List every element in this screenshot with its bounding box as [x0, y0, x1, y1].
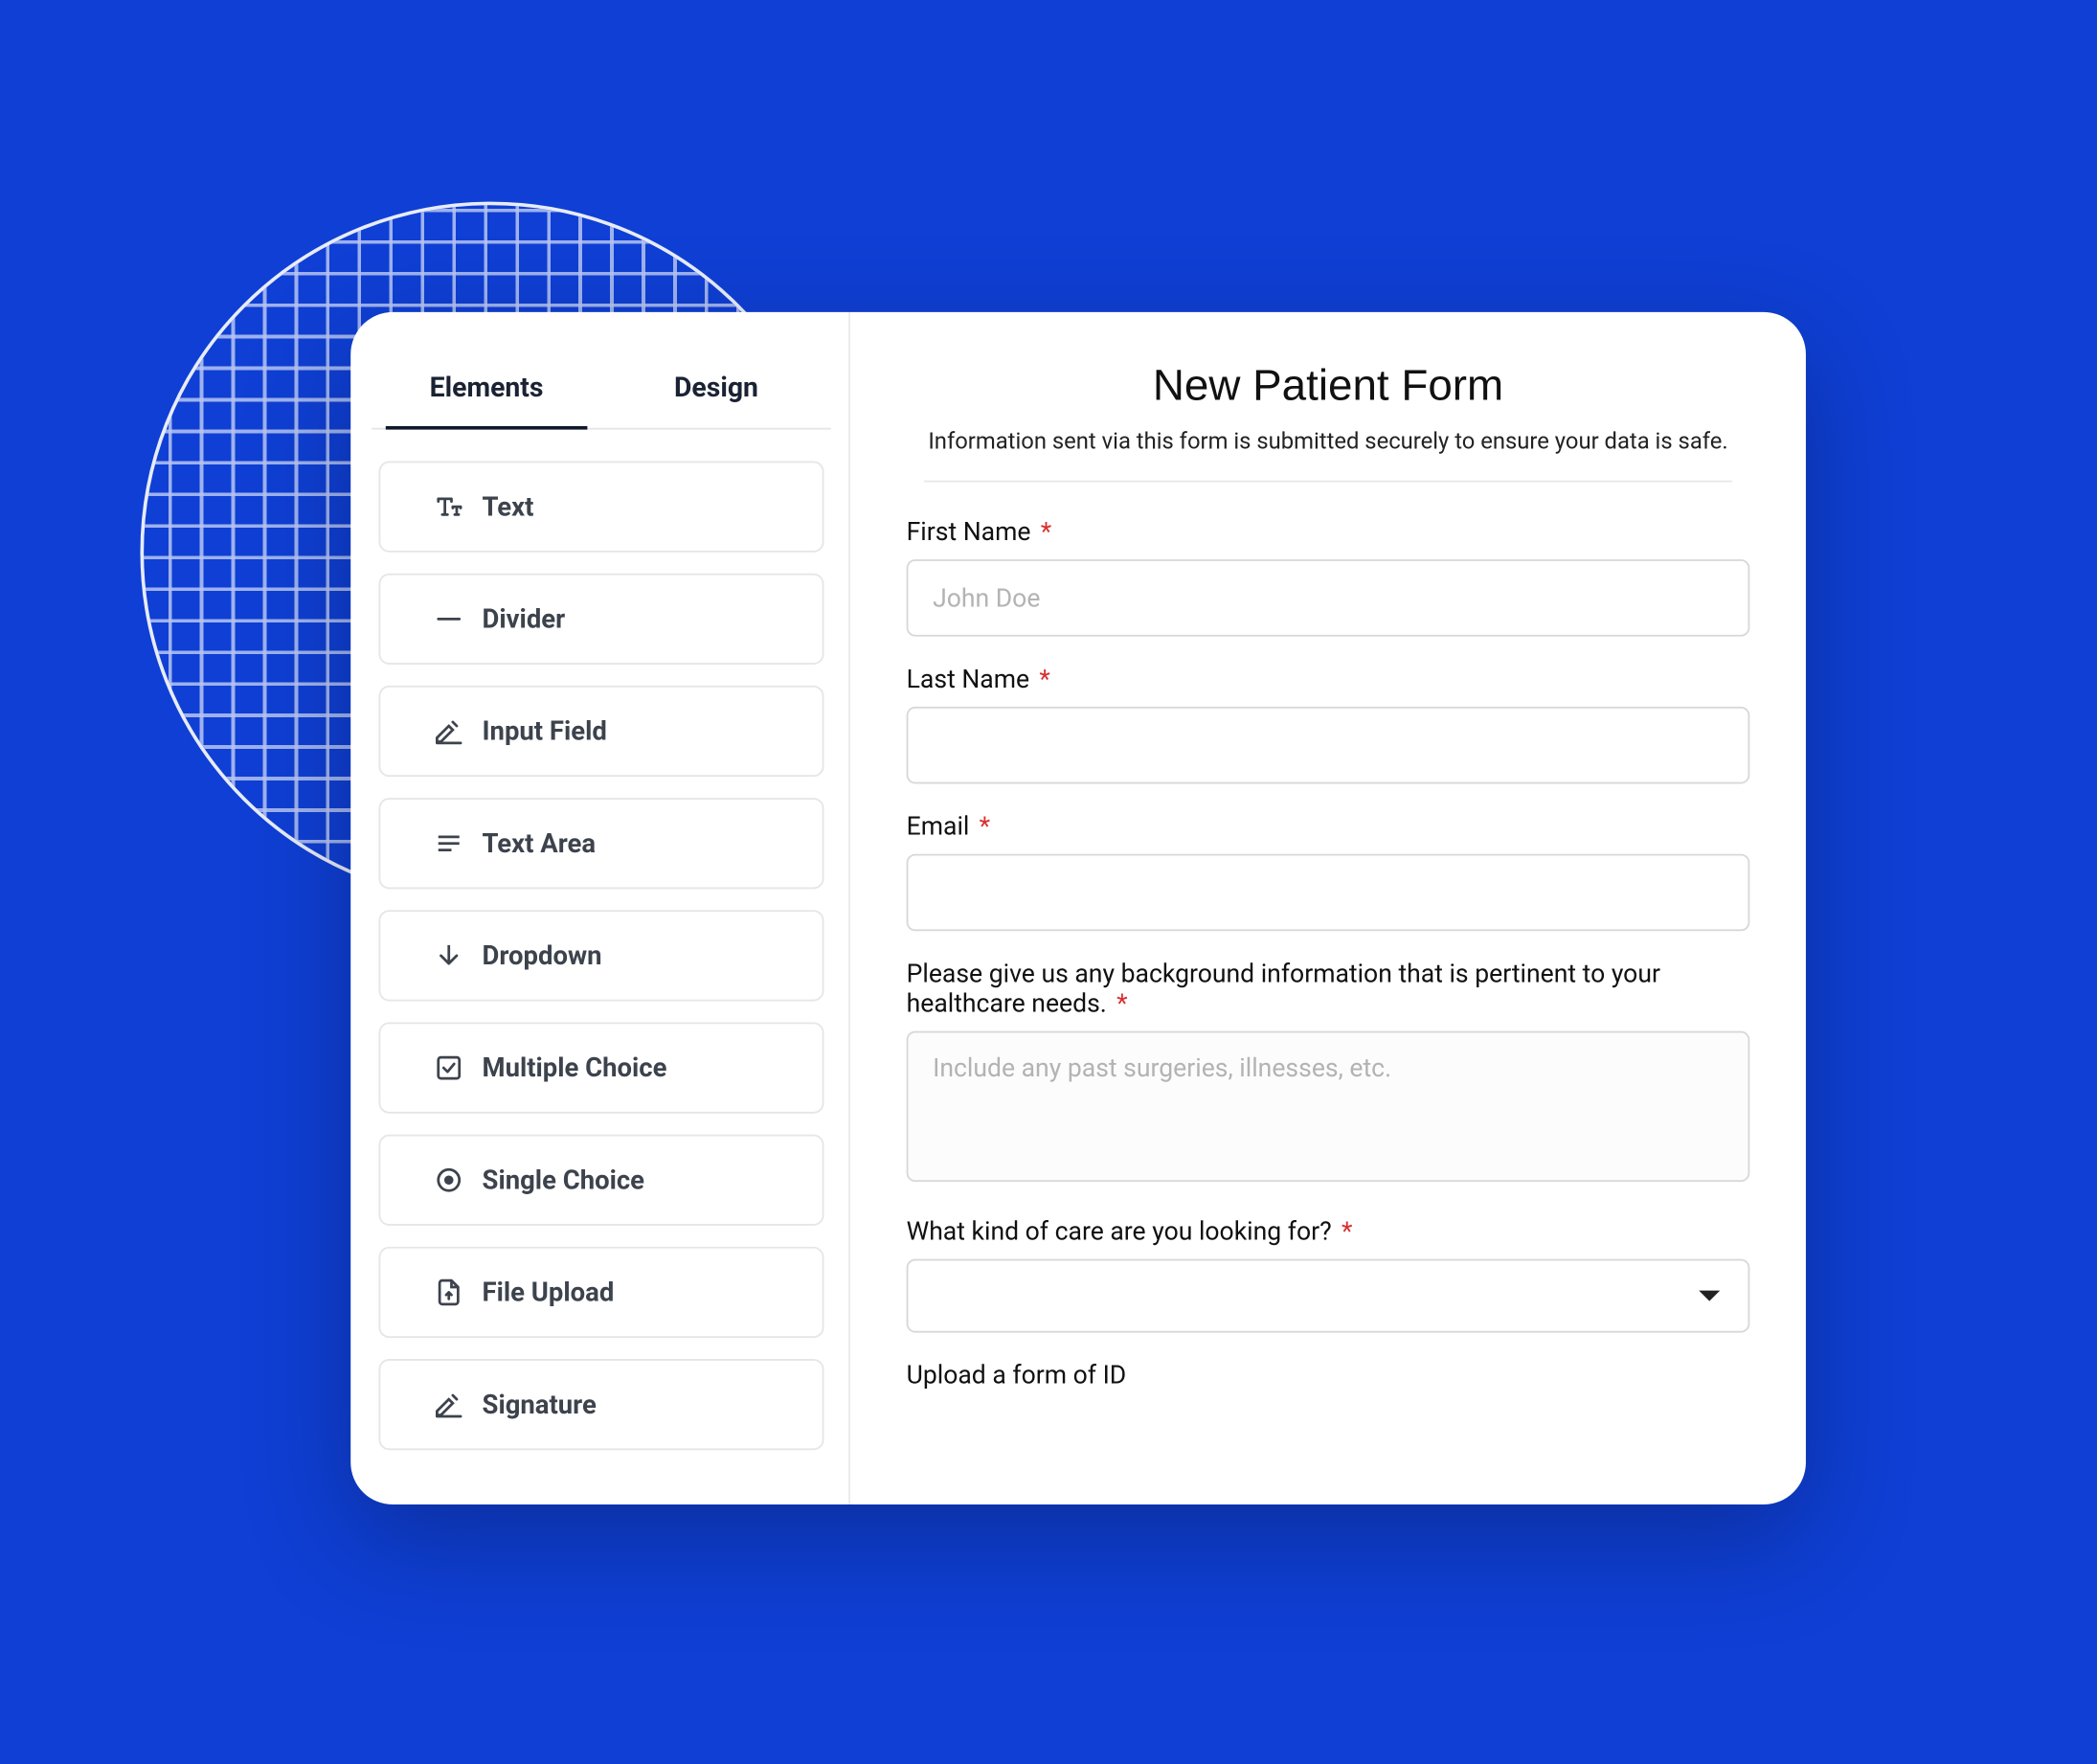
form-divider — [924, 481, 1732, 483]
field-first-name: First Name * — [907, 517, 1750, 637]
element-text-area[interactable]: Text Area — [378, 798, 823, 889]
last-name-label: Last Name * — [907, 665, 1750, 694]
email-label: Email * — [907, 812, 1750, 842]
form-builder-card: Elements Design Text Divider — [350, 312, 1806, 1504]
element-divider[interactable]: Divider — [378, 574, 823, 665]
first-name-input[interactable] — [907, 559, 1750, 637]
first-name-label-text: First Name — [907, 517, 1031, 547]
file-upload-icon — [430, 1277, 468, 1308]
field-last-name: Last Name * — [907, 665, 1750, 784]
field-background: Please give us any background informatio… — [907, 960, 1750, 1189]
email-label-text: Email — [907, 812, 970, 842]
element-text-area-label: Text Area — [483, 827, 597, 859]
signature-icon — [430, 1389, 468, 1420]
email-input[interactable] — [907, 854, 1750, 932]
element-divider-label: Divider — [483, 603, 566, 635]
field-email: Email * — [907, 812, 1750, 932]
upload-id-label: Upload a form of ID — [907, 1361, 1750, 1391]
required-marker: * — [1342, 1217, 1352, 1247]
tab-design-label: Design — [674, 372, 758, 403]
multiple-choice-icon — [430, 1052, 468, 1084]
single-choice-icon — [430, 1165, 468, 1196]
text-icon — [430, 491, 468, 523]
divider-icon — [430, 603, 468, 635]
tab-elements[interactable]: Elements — [372, 348, 601, 428]
element-file-upload[interactable]: File Upload — [378, 1247, 823, 1338]
element-dropdown-label: Dropdown — [483, 939, 602, 971]
element-signature-label: Signature — [483, 1389, 597, 1420]
form-title: New Patient Form — [907, 361, 1750, 412]
element-single-choice-label: Single Choice — [483, 1165, 644, 1196]
required-marker: * — [1039, 665, 1049, 694]
required-marker: * — [1041, 517, 1051, 547]
care-kind-label-text: What kind of care are you looking for? — [907, 1217, 1332, 1247]
sidebar-tabs: Elements Design — [372, 348, 831, 430]
tab-design[interactable]: Design — [601, 348, 831, 428]
tab-elements-label: Elements — [430, 372, 544, 403]
element-input-field-label: Input Field — [483, 715, 607, 747]
field-care-kind: What kind of care are you looking for? * — [907, 1217, 1750, 1333]
field-upload-id: Upload a form of ID — [907, 1361, 1750, 1391]
first-name-label: First Name * — [907, 517, 1750, 547]
required-marker: * — [1116, 989, 1127, 1019]
element-input-field[interactable]: Input Field — [378, 686, 823, 777]
required-marker: * — [980, 812, 990, 842]
elements-list: Text Divider Input Field — [372, 462, 831, 1458]
element-single-choice[interactable]: Single Choice — [378, 1135, 823, 1226]
builder-sidebar: Elements Design Text Divider — [350, 312, 850, 1504]
form-preview: New Patient Form Information sent via th… — [850, 312, 1806, 1504]
caret-down-icon — [1699, 1291, 1720, 1301]
element-text[interactable]: Text — [378, 462, 823, 553]
element-signature[interactable]: Signature — [378, 1359, 823, 1450]
element-text-label: Text — [483, 491, 534, 523]
background-textarea[interactable] — [907, 1031, 1750, 1182]
care-kind-label: What kind of care are you looking for? * — [907, 1217, 1750, 1247]
background-label: Please give us any background informatio… — [907, 960, 1750, 1019]
element-multiple-choice-label: Multiple Choice — [483, 1052, 667, 1084]
background-label-text: Please give us any background informatio… — [907, 960, 1660, 1019]
element-file-upload-label: File Upload — [483, 1277, 615, 1308]
last-name-input[interactable] — [907, 707, 1750, 784]
upload-id-label-text: Upload a form of ID — [907, 1361, 1127, 1391]
input-field-icon — [430, 715, 468, 747]
care-kind-select[interactable] — [907, 1259, 1750, 1333]
element-multiple-choice[interactable]: Multiple Choice — [378, 1022, 823, 1113]
last-name-label-text: Last Name — [907, 665, 1029, 694]
text-area-icon — [430, 827, 468, 859]
dropdown-icon — [430, 939, 468, 971]
form-subtitle: Information sent via this form is submit… — [907, 430, 1750, 456]
element-dropdown[interactable]: Dropdown — [378, 910, 823, 1001]
